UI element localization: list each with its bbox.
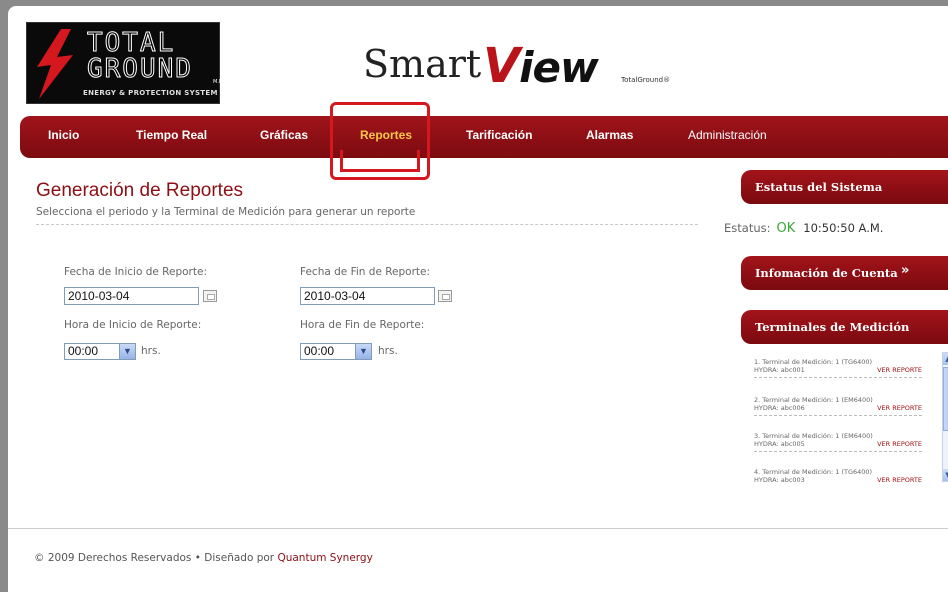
- end-time-label: Hora de Fin de Reporte:: [300, 319, 425, 331]
- ver-reporte-link[interactable]: VER REPORTE: [877, 404, 922, 412]
- nav-item-administracion[interactable]: Administración: [688, 128, 767, 142]
- scroll-up-icon[interactable]: ▲: [943, 353, 948, 365]
- end-time-hrs: hrs.: [378, 345, 398, 357]
- start-date-input[interactable]: 2010-03-04: [64, 287, 199, 305]
- ver-reporte-link[interactable]: VER REPORTE: [877, 366, 922, 374]
- end-date-label: Fecha de Fin de Reporte:: [300, 266, 431, 278]
- start-time-label: Hora de Inicio de Reporte:: [64, 319, 202, 331]
- logo-line2: GROUND: [87, 54, 193, 84]
- start-date-calendar-icon[interactable]: [203, 290, 217, 302]
- start-time-hrs: hrs.: [141, 345, 161, 357]
- brand-smart: Smart: [363, 42, 482, 86]
- active-tab-highlight-inner: [340, 150, 420, 172]
- end-time-select[interactable]: 00:00 ▼: [300, 343, 372, 360]
- ver-reporte-link[interactable]: VER REPORTE: [877, 476, 922, 484]
- start-date-label: Fecha de Inicio de Reporte:: [64, 266, 207, 278]
- page-subtitle: Selecciona el periodo y la Terminal de M…: [36, 206, 416, 218]
- terminals-list: 1. Terminal de Medición: 1 (TG6400) HYDR…: [751, 352, 948, 484]
- nav-item-inicio[interactable]: Inicio: [48, 128, 79, 142]
- status-time: 10:50:50 A.M.: [803, 221, 884, 235]
- double-chevron-down-icon[interactable]: »: [901, 263, 909, 278]
- nav-item-graficas[interactable]: Gráficas: [260, 128, 308, 142]
- terminals-scrollbar[interactable]: ▲ ▼: [942, 352, 948, 482]
- brand-view: View: [483, 38, 599, 94]
- status-badge: OK: [776, 221, 796, 236]
- end-time-value: 00:00: [304, 344, 335, 358]
- start-time-select[interactable]: 00:00 ▼: [64, 343, 136, 360]
- designer-link[interactable]: Quantum Synergy: [277, 552, 372, 564]
- scroll-down-icon[interactable]: ▼: [943, 469, 948, 481]
- divider: [36, 224, 698, 225]
- account-panel-header[interactable]: Infomación de Cuenta »: [741, 256, 948, 290]
- nav-item-tiempo-real[interactable]: Tiempo Real: [136, 128, 207, 142]
- logo-tagline: ENERGY & PROTECTION SYSTEM: [83, 89, 218, 97]
- end-date-input[interactable]: 2010-03-04: [300, 287, 435, 305]
- nav-item-tarificacion[interactable]: Tarificación: [466, 128, 532, 142]
- chevron-down-icon[interactable]: ▼: [355, 344, 371, 359]
- start-time-value: 00:00: [68, 344, 99, 358]
- page-title: Generación de Reportes: [36, 180, 244, 201]
- list-item: 3. Terminal de Medición: 1 (EM6400) HYDR…: [754, 432, 922, 452]
- footer-copyright: © 2009 Derechos Reservados • Diseñado po…: [34, 552, 278, 564]
- page: TOTAL GROUND M.R ENERGY & PROTECTION SYS…: [8, 6, 948, 592]
- list-item: 4. Terminal de Medición: 1 (TG6400) HYDR…: [754, 468, 922, 484]
- chevron-down-icon[interactable]: ▼: [119, 344, 135, 359]
- brand-small-text: TotalGround®: [621, 76, 671, 84]
- end-date-calendar-icon[interactable]: [438, 290, 452, 302]
- ver-reporte-link[interactable]: VER REPORTE: [877, 440, 922, 448]
- status-panel-header: Estatus del Sistema: [741, 170, 948, 204]
- footer: © 2009 Derechos Reservados • Diseñado po…: [34, 552, 373, 564]
- footer-divider: [8, 528, 948, 529]
- lightning-bolt-icon: [37, 29, 73, 99]
- main-nav: Inicio Tiempo Real Gráficas Reportes Tar…: [20, 116, 948, 158]
- scrollbar-thumb[interactable]: [943, 367, 948, 431]
- terminals-panel-header: Terminales de Medición: [741, 310, 948, 344]
- nav-item-alarmas[interactable]: Alarmas: [586, 128, 633, 142]
- list-item: 1. Terminal de Medición: 1 (TG6400) HYDR…: [754, 358, 922, 378]
- status-label: Estatus:: [724, 221, 771, 235]
- status-line: Estatus: OK 10:50:50 A.M.: [724, 221, 883, 236]
- logo-line1: TOTAL: [86, 28, 176, 58]
- logo-mark: M.R: [213, 79, 223, 85]
- list-item: 2. Terminal de Medición: 1 (EM6400) HYDR…: [754, 396, 922, 416]
- account-panel-title: Infomación de Cuenta: [755, 266, 898, 280]
- total-ground-logo[interactable]: TOTAL GROUND M.R ENERGY & PROTECTION SYS…: [26, 22, 223, 104]
